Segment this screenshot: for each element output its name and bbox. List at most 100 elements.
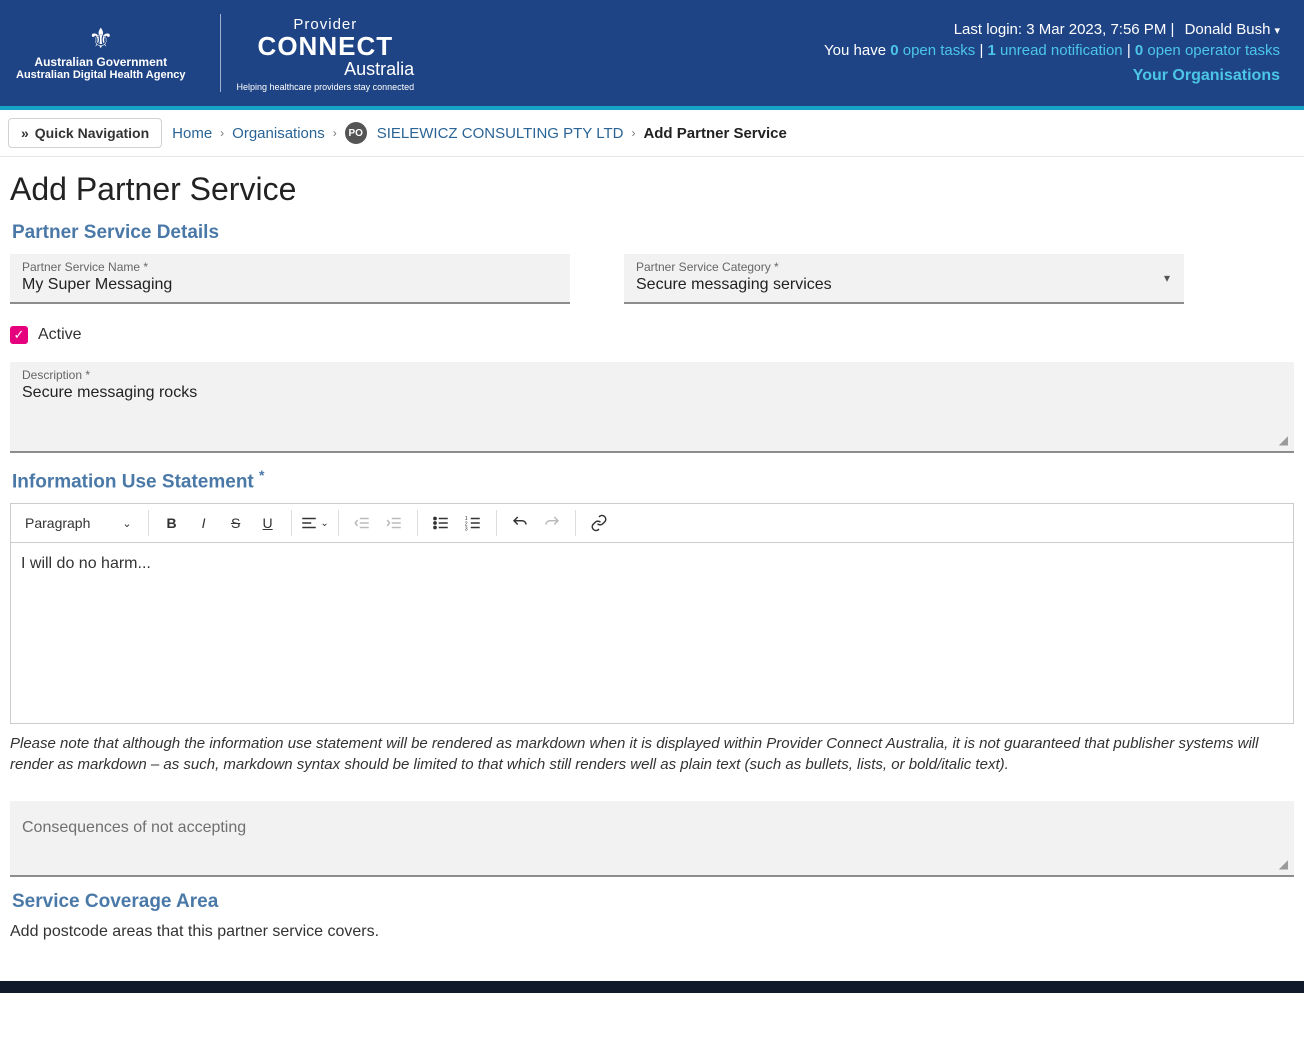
numbered-list-button[interactable]: 123: [458, 508, 488, 538]
header-left: ⚜ Australian Government Australian Digit…: [8, 8, 414, 98]
toolbar-divider: [291, 510, 292, 536]
resize-handle-icon: ◢: [1279, 857, 1288, 871]
strikethrough-button[interactable]: S: [221, 508, 251, 538]
quick-navigation-button[interactable]: » Quick Navigation: [8, 118, 162, 148]
agency-line2: Australian Digital Health Agency: [16, 69, 186, 81]
po-badge: PO: [345, 122, 367, 144]
header-right: Last login: 3 Mar 2023, 7:56 PM | Donald…: [824, 8, 1280, 98]
description-label: Description *: [22, 368, 1282, 382]
quick-navigation-label: Quick Navigation: [35, 125, 149, 141]
bold-button[interactable]: B: [157, 508, 187, 538]
partner-service-name-label: Partner Service Name *: [22, 260, 558, 274]
underline-button[interactable]: U: [253, 508, 283, 538]
chevron-right-icon: ›: [220, 126, 224, 140]
coat-of-arms-icon: ⚜: [16, 25, 186, 53]
link-button[interactable]: [584, 508, 614, 538]
last-login-prefix: Last login:: [954, 21, 1027, 38]
operator-count: 0: [1135, 42, 1143, 59]
active-label: Active: [38, 326, 82, 344]
section-partner-service-details: Partner Service Details: [12, 222, 1294, 244]
active-checkbox[interactable]: ✓: [10, 326, 28, 344]
svg-text:3: 3: [464, 527, 467, 533]
open-tasks-count: 0: [890, 42, 898, 59]
tasks-sep1: |: [979, 42, 987, 59]
redo-button[interactable]: [537, 508, 567, 538]
align-button[interactable]: ⌄: [300, 508, 330, 538]
partner-service-category-value: Secure messaging services: [636, 276, 1172, 294]
chevron-down-icon: ⌄: [122, 517, 131, 530]
app-header: ⚜ Australian Government Australian Digit…: [0, 0, 1304, 110]
toolbar-divider: [148, 510, 149, 536]
description-field[interactable]: Description * ◢: [10, 362, 1294, 453]
last-login-value: 3 Mar 2023, 7:56 PM: [1026, 21, 1166, 38]
breadcrumb-home[interactable]: Home: [172, 125, 212, 142]
redo-icon: [543, 514, 561, 532]
breadcrumb-organisations[interactable]: Organisations: [232, 125, 325, 142]
editor-content[interactable]: I will do no harm...: [11, 543, 1293, 723]
consequences-field[interactable]: Consequences of not accepting ◢: [10, 801, 1294, 877]
header-tasks-row: You have 0 open tasks | 1 unread notific…: [824, 42, 1280, 59]
main-content: Add Partner Service Partner Service Deta…: [0, 157, 1304, 981]
link-icon: [590, 514, 608, 532]
info-use-heading: Information Use Statement: [12, 471, 259, 492]
user-menu[interactable]: Donald Bush: [1185, 21, 1280, 38]
tasks-sep2: |: [1127, 42, 1135, 59]
description-input[interactable]: [22, 384, 1282, 424]
numbered-list-icon: 123: [464, 514, 482, 532]
partner-service-category-field[interactable]: Partner Service Category * Secure messag…: [624, 254, 1184, 304]
chevron-right-icon: ›: [631, 126, 635, 140]
your-organisations-link[interactable]: Your Organisations: [824, 67, 1280, 85]
partner-service-name-input[interactable]: [22, 276, 558, 294]
page-title: Add Partner Service: [10, 171, 1294, 208]
italic-button[interactable]: I: [189, 508, 219, 538]
breadcrumb-org-name[interactable]: SIELEWICZ CONSULTING PTY LTD: [377, 125, 624, 142]
chevron-down-icon: ⌄: [320, 518, 328, 529]
open-tasks-link[interactable]: 0 open tasks: [890, 42, 975, 59]
info-use-note: Please note that although the informatio…: [10, 734, 1294, 775]
operator-label: open operator tasks: [1143, 42, 1280, 59]
bullet-list-icon: [432, 514, 450, 532]
pc-line3: Australia: [237, 60, 415, 79]
agency-logo: ⚜ Australian Government Australian Digit…: [8, 25, 204, 81]
header-sep: |: [1170, 21, 1178, 38]
breadcrumb-bar: » Quick Navigation Home › Organisations …: [0, 110, 1304, 157]
indent-icon: [385, 514, 403, 532]
paragraph-style-select[interactable]: Paragraph ⌄: [17, 511, 140, 535]
partner-service-category-label: Partner Service Category *: [636, 260, 1172, 274]
rich-text-editor: Paragraph ⌄ B I S U ⌄: [10, 503, 1294, 724]
section-information-use-statement: Information Use Statement *: [12, 467, 1294, 493]
unread-label: unread notification: [996, 42, 1123, 59]
breadcrumb: Home › Organisations › PO SIELEWICZ CONS…: [172, 122, 787, 144]
partner-service-name-field[interactable]: Partner Service Name *: [10, 254, 570, 304]
undo-button[interactable]: [505, 508, 535, 538]
consequences-placeholder: Consequences of not accepting: [22, 819, 246, 836]
form-row-name-category: Partner Service Name * Partner Service C…: [10, 254, 1294, 304]
breadcrumb-current: Add Partner Service: [643, 125, 786, 142]
open-tasks-label: open tasks: [899, 42, 976, 59]
undo-icon: [511, 514, 529, 532]
chevron-right-icon: ›: [333, 126, 337, 140]
required-star: *: [259, 467, 264, 483]
section-service-coverage-area: Service Coverage Area: [12, 891, 1294, 913]
toolbar-divider: [496, 510, 497, 536]
unread-notifications-link[interactable]: 1 unread notification: [988, 42, 1123, 59]
footer-bar: [0, 981, 1304, 993]
coverage-text: Add postcode areas that this partner ser…: [10, 923, 1294, 941]
toolbar-divider: [338, 510, 339, 536]
operator-tasks-link[interactable]: 0 open operator tasks: [1135, 42, 1280, 59]
outdent-button[interactable]: [347, 508, 377, 538]
active-checkbox-row: ✓ Active: [10, 326, 1294, 344]
header-divider: [220, 14, 221, 92]
chevrons-right-icon: »: [21, 125, 29, 141]
pc-line2: CONNECT: [237, 33, 415, 60]
resize-handle-icon: ◢: [1279, 433, 1288, 447]
indent-button[interactable]: [379, 508, 409, 538]
outdent-icon: [353, 514, 371, 532]
pc-tagline: Helping healthcare providers stay connec…: [237, 83, 415, 92]
toolbar-divider: [417, 510, 418, 536]
bullet-list-button[interactable]: [426, 508, 456, 538]
header-user-row: Last login: 3 Mar 2023, 7:56 PM | Donald…: [824, 21, 1280, 38]
tasks-prefix: You have: [824, 42, 890, 59]
agency-line1: Australian Government: [16, 55, 186, 69]
editor-toolbar: Paragraph ⌄ B I S U ⌄: [11, 504, 1293, 543]
